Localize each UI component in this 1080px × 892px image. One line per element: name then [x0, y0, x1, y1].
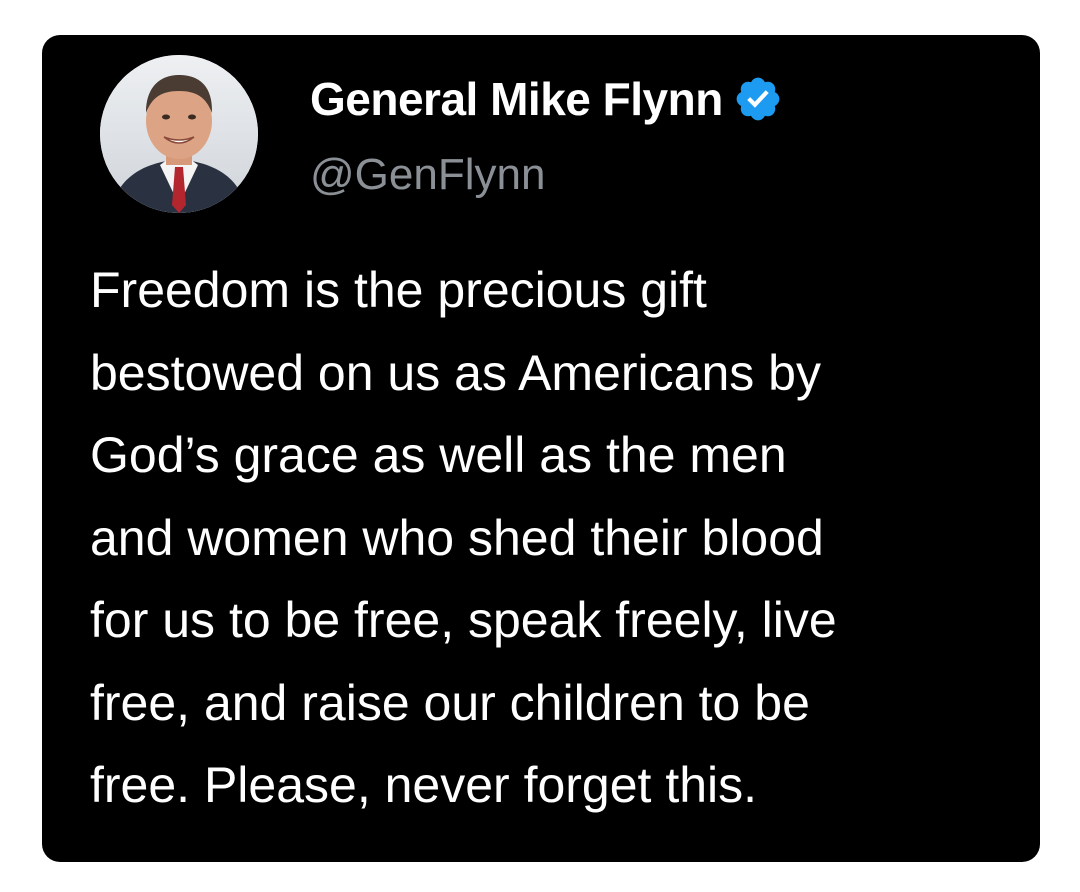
tweet-text-line: for us to be free, speak freely, live: [90, 592, 837, 648]
author-name-row: General Mike Flynn: [310, 69, 783, 129]
author-display-name[interactable]: General Mike Flynn: [310, 72, 723, 126]
tweet-text: Freedom is the precious gift bestowed on…: [90, 249, 1020, 827]
tweet-text-line: God’s grace as well as the men: [90, 427, 787, 483]
tweet-text-line: and women who shed their blood: [90, 509, 824, 566]
tweet-card: General Mike Flynn @GenFlynn Freedom is …: [42, 35, 1040, 862]
tweet-text-line: free. Please, never forget this.: [90, 757, 758, 813]
tweet-text-line: Freedom is the precious gift: [90, 262, 707, 318]
avatar[interactable]: [100, 55, 258, 213]
tweet-text-line: free, and raise our children to be: [90, 674, 810, 731]
verified-badge-icon: [733, 74, 783, 124]
author-handle[interactable]: @GenFlynn: [310, 150, 545, 200]
tweet-text-line: bestowed on us as Americans by: [90, 344, 821, 401]
